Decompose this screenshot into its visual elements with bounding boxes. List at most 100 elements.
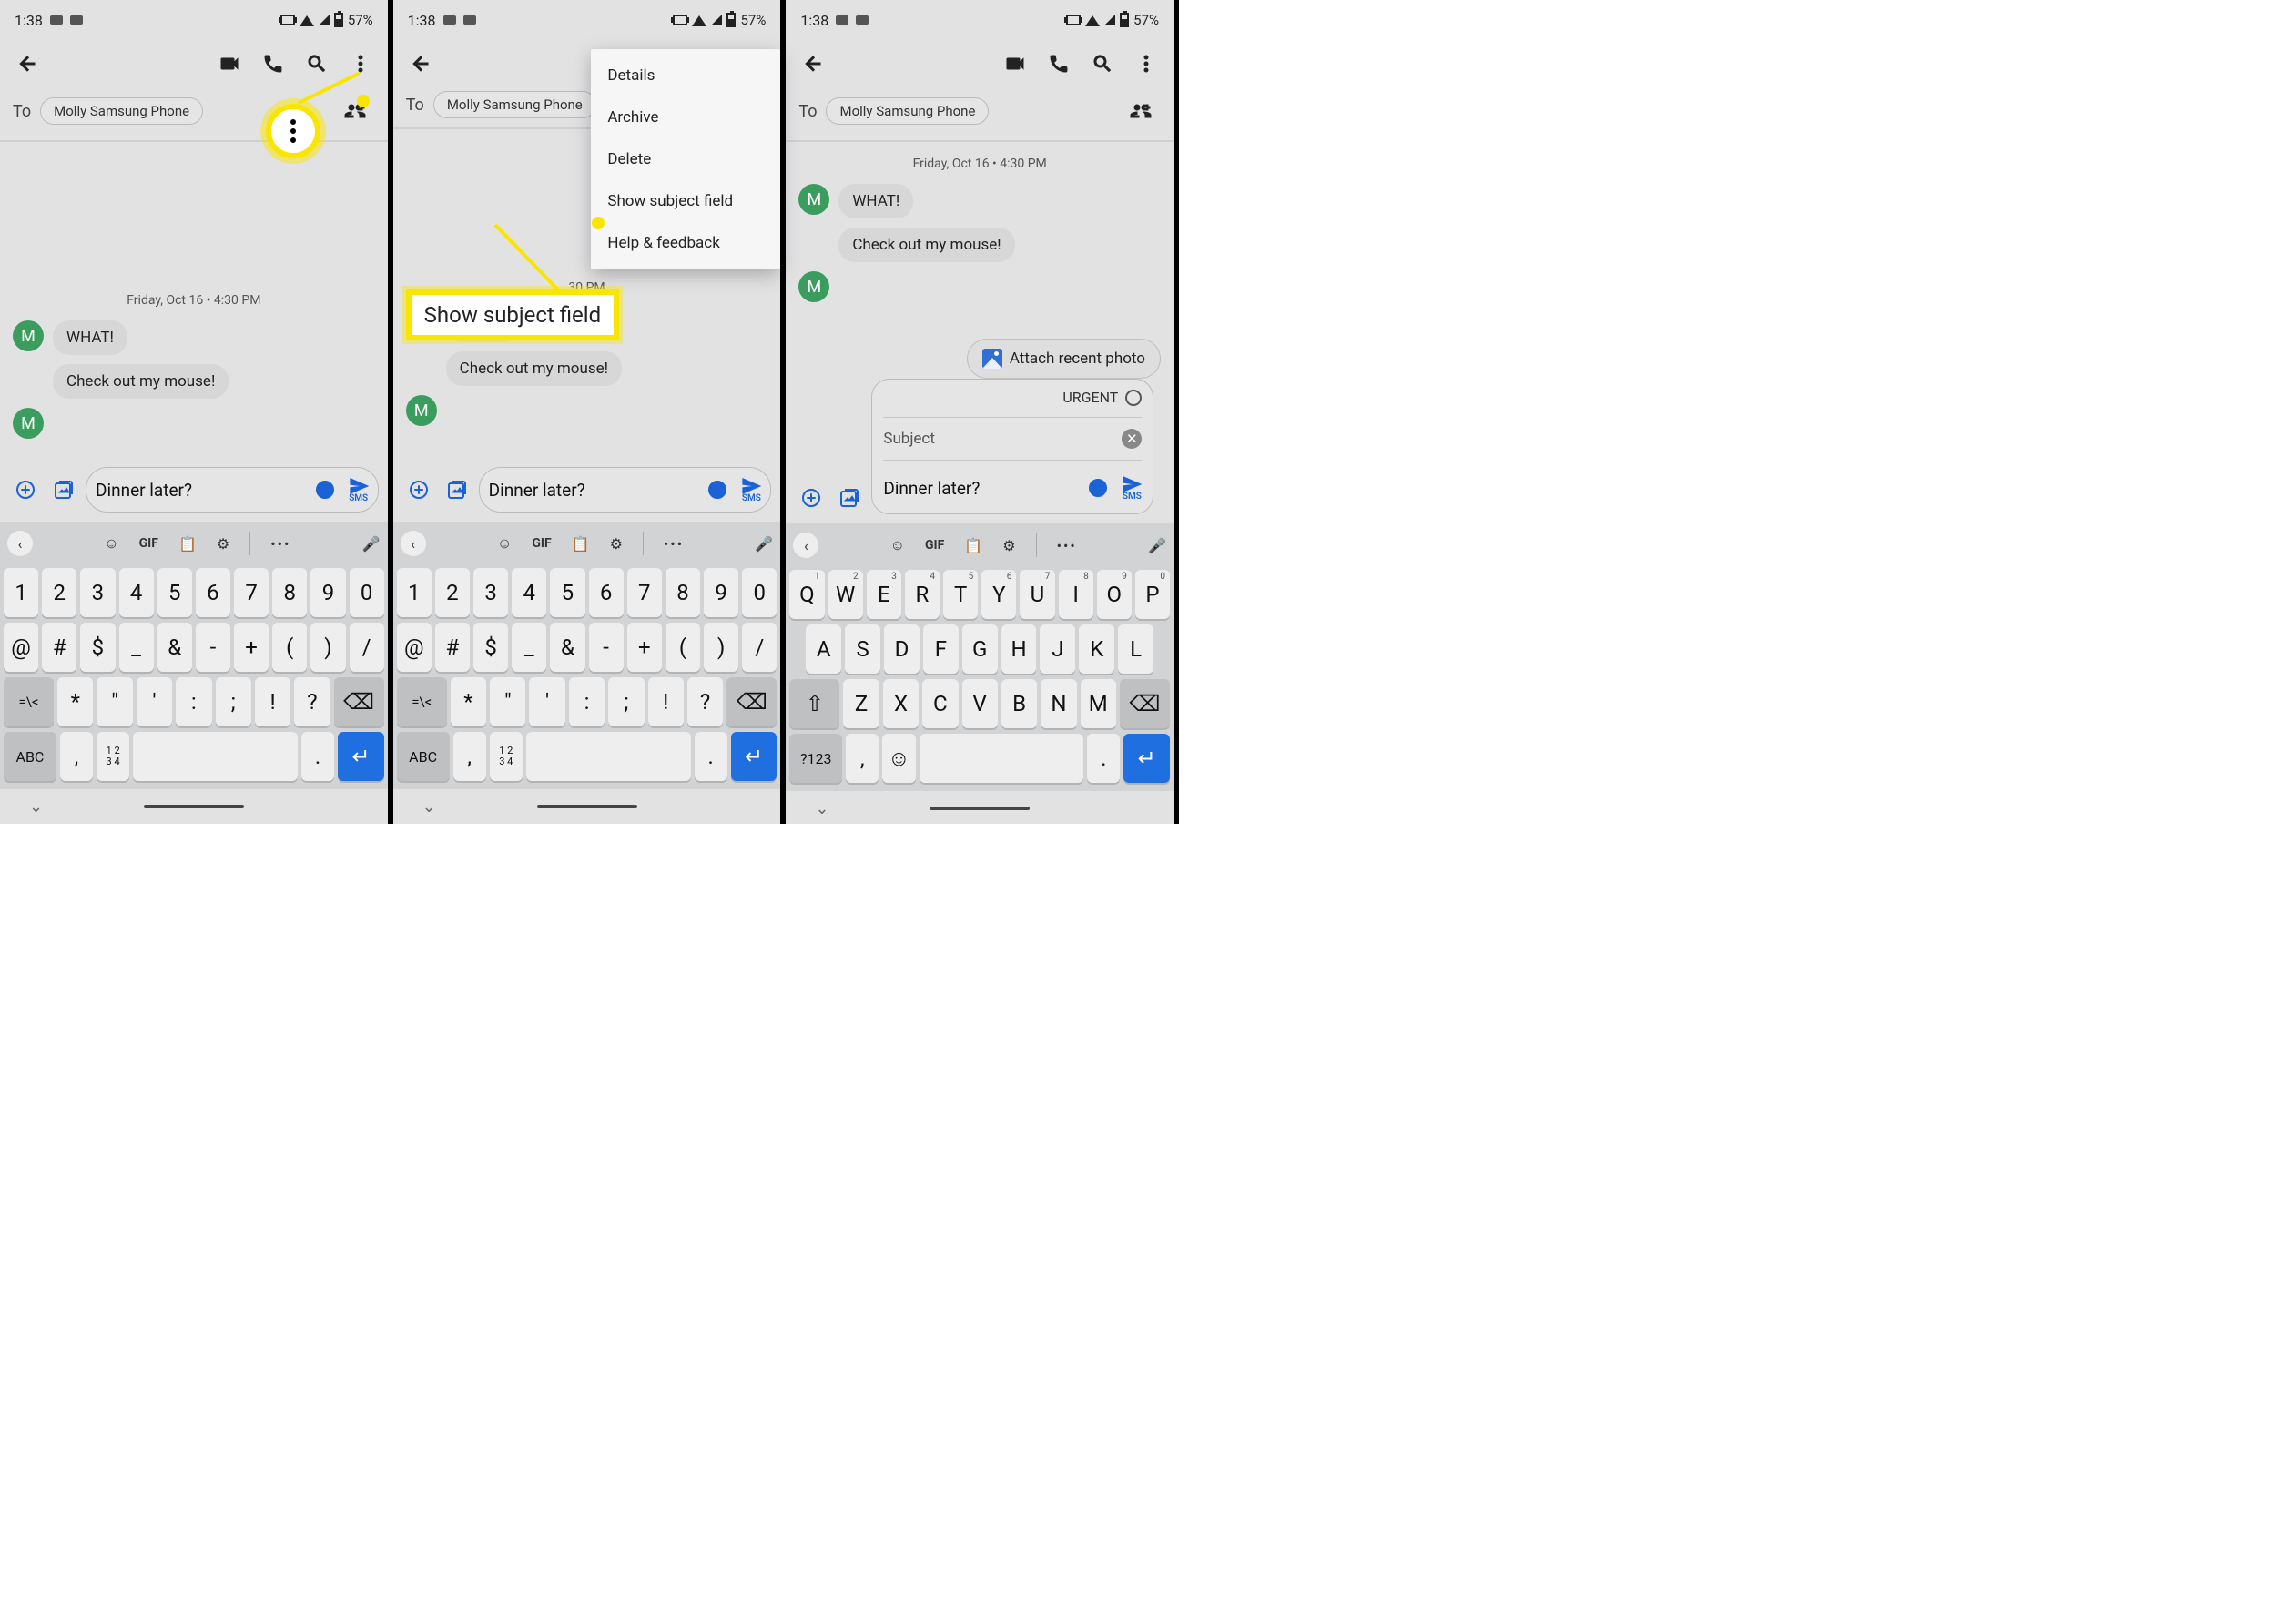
search-button[interactable] (1082, 44, 1123, 84)
key[interactable]: C (922, 679, 958, 728)
menu-item-archive[interactable]: Archive (591, 96, 780, 138)
mic-icon[interactable]: 🎤 (362, 535, 381, 553)
key[interactable]: " (97, 677, 132, 726)
key[interactable]: ? (687, 677, 723, 726)
key[interactable]: ? (294, 677, 330, 726)
key[interactable]: Q1 (789, 570, 824, 619)
key[interactable]: _ (512, 623, 546, 672)
clipboard-icon[interactable]: 📋 (964, 537, 982, 554)
more-options-button[interactable] (1126, 44, 1166, 84)
nav-caret-icon[interactable]: ⌄ (815, 799, 828, 818)
keyboard[interactable]: ‹ ☺ GIF 📋 ⚙ ••• 🎤 Q1W2E3R4T5Y6U7I8O9P0 A… (786, 523, 1174, 791)
back-button[interactable] (401, 44, 441, 84)
compose-input[interactable]: Dinner later? SMS (86, 467, 379, 513)
search-button[interactable] (297, 44, 337, 84)
key[interactable]: 1 23 4 (490, 732, 523, 781)
more-icon[interactable]: ••• (1057, 537, 1077, 554)
key[interactable]: / (742, 623, 777, 672)
key[interactable]: @ (397, 623, 432, 672)
key[interactable]: X (883, 679, 919, 728)
video-call-button[interactable] (209, 44, 249, 84)
key[interactable]: T5 (943, 570, 978, 619)
recipient-chip[interactable]: Molly Samsung Phone (826, 97, 989, 125)
key[interactable]: D (884, 624, 920, 674)
key[interactable]: / (350, 623, 384, 672)
attach-recent-photo-button[interactable]: Attach recent photo (967, 339, 1161, 379)
key[interactable]: ⌫ (726, 677, 777, 726)
key[interactable]: & (157, 623, 192, 672)
add-attachment-button[interactable] (795, 482, 828, 514)
key[interactable]: @ (4, 623, 38, 672)
settings-icon[interactable]: ⚙ (610, 535, 623, 553)
key[interactable]: ( (272, 623, 307, 672)
key[interactable]: , (453, 732, 486, 781)
key[interactable]: L (1118, 624, 1153, 674)
video-call-button[interactable] (995, 44, 1035, 84)
key[interactable]: 1 (4, 568, 38, 617)
avatar[interactable]: M (13, 408, 44, 439)
key[interactable]: Z (843, 679, 879, 728)
home-indicator[interactable] (144, 805, 244, 808)
message-bubble[interactable]: Check out my mouse! (446, 351, 622, 386)
key[interactable]: K (1079, 624, 1114, 674)
key[interactable]: ; (608, 677, 644, 726)
key[interactable]: S (845, 624, 880, 674)
key[interactable]: + (627, 623, 662, 672)
key[interactable]: . (695, 732, 727, 781)
more-icon[interactable]: ••• (270, 535, 290, 553)
key[interactable]: 9 (704, 568, 738, 617)
key[interactable]: B (1001, 679, 1037, 728)
gif-button[interactable]: GIF (532, 536, 551, 551)
emoji-button[interactable] (701, 473, 734, 506)
key[interactable]: Y6 (981, 570, 1016, 619)
key[interactable]: O9 (1097, 570, 1132, 619)
key[interactable]: ' (529, 677, 564, 726)
key[interactable]: ) (704, 623, 738, 672)
key[interactable]: . (1087, 734, 1120, 783)
key[interactable]: 8 (666, 568, 700, 617)
key[interactable]: ! (648, 677, 684, 726)
back-button[interactable] (7, 44, 47, 84)
key[interactable]: & (550, 623, 584, 672)
keyboard-collapse-button[interactable]: ‹ (793, 533, 818, 558)
key[interactable]: 3 (473, 568, 508, 617)
keyboard[interactable]: ‹ ☺ GIF 📋 ⚙ ••• 🎤 1234567890 @#$_&-+()/ … (0, 522, 388, 789)
key[interactable]: 8 (272, 568, 307, 617)
urgent-toggle[interactable]: URGENT (883, 389, 1142, 406)
key[interactable]: 2 (435, 568, 470, 617)
key[interactable]: =\< (397, 677, 447, 726)
keyboard-collapse-button[interactable]: ‹ (7, 531, 33, 556)
sticker-icon[interactable]: ☺ (104, 534, 118, 553)
key[interactable]: H (1001, 624, 1037, 674)
add-attachment-button[interactable] (9, 473, 42, 506)
key[interactable]: W2 (828, 570, 863, 619)
key[interactable]: G (962, 624, 998, 674)
recipient-chip[interactable]: Molly Samsung Phone (40, 97, 203, 125)
add-attachment-button[interactable] (402, 473, 435, 506)
key[interactable]: 1 23 4 (97, 732, 129, 781)
key[interactable]: ) (310, 623, 345, 672)
key[interactable]: A (806, 624, 841, 674)
clipboard-icon[interactable]: 📋 (572, 535, 590, 553)
key[interactable]: 2 (42, 568, 76, 617)
keyboard[interactable]: ‹ ☺ GIF 📋 ⚙ ••• 🎤 1234567890 @#$_&-+()/ … (393, 522, 781, 789)
key[interactable]: ABC (4, 732, 56, 781)
key[interactable]: * (451, 677, 486, 726)
keyboard-collapse-button[interactable]: ‹ (401, 531, 426, 556)
key[interactable]: J (1040, 624, 1075, 674)
gallery-button[interactable] (833, 482, 866, 514)
avatar[interactable]: M (13, 320, 44, 351)
messages-area[interactable]: Friday, Oct 16 • 4:30 PM M WHAT! Check o… (0, 142, 388, 460)
avatar[interactable]: M (406, 395, 437, 426)
send-button[interactable]: SMS (349, 476, 369, 503)
key[interactable] (526, 732, 691, 781)
more-icon[interactable]: ••• (664, 535, 684, 553)
menu-item-details[interactable]: Details (591, 55, 780, 96)
menu-item-help[interactable]: Help & feedback (591, 222, 780, 264)
clipboard-icon[interactable]: 📋 (178, 535, 197, 553)
send-button[interactable]: SMS (1122, 474, 1142, 502)
key[interactable]: M (1081, 679, 1116, 728)
gif-button[interactable]: GIF (925, 538, 944, 553)
message-bubble[interactable]: WHAT! (53, 320, 127, 355)
key[interactable]: 5 (550, 568, 584, 617)
